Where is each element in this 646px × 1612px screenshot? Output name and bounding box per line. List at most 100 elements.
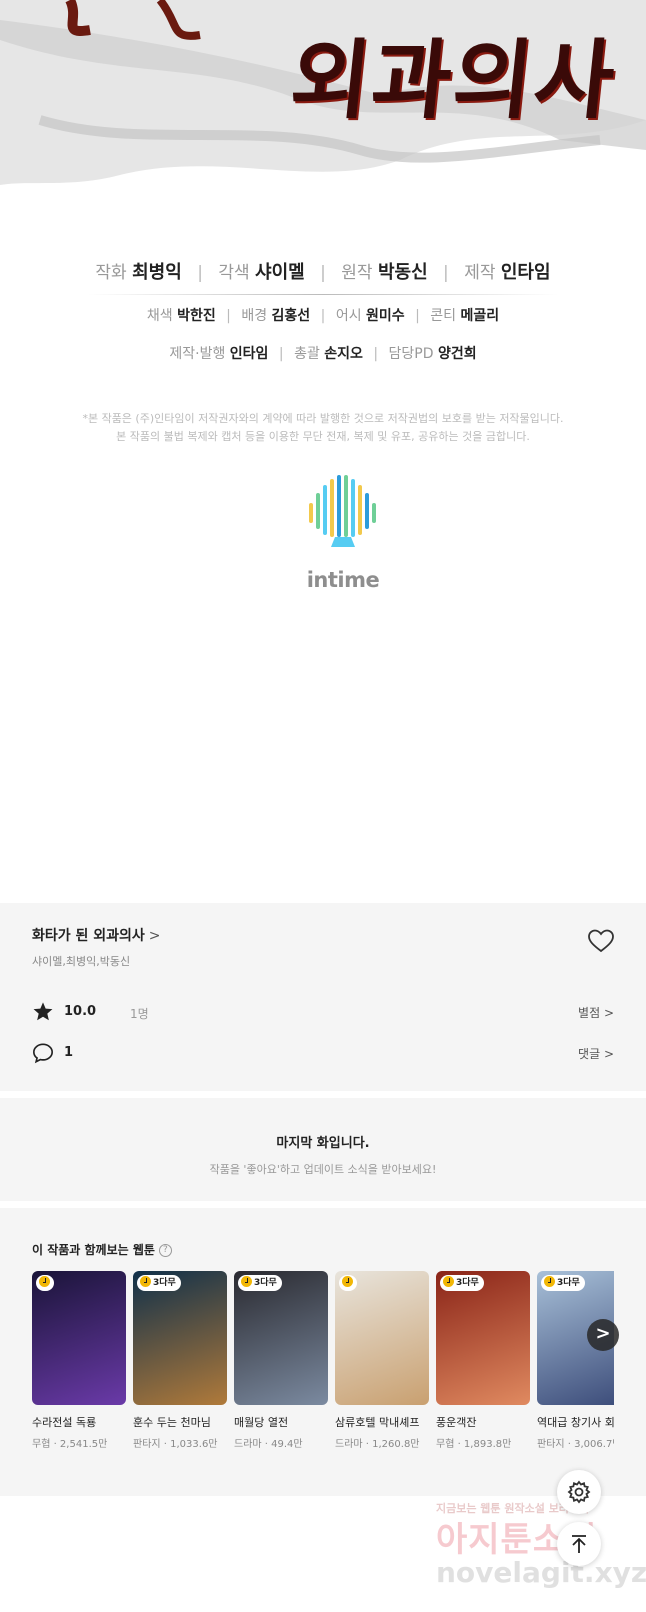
wait-free-badge <box>36 1275 54 1291</box>
credits-main-line: 작화 최병익 | 각색 샤이멜 | 원작 박동신 | 제작 인타임 <box>0 258 646 284</box>
credit-separator: | <box>443 263 449 283</box>
hero-title-text: 외과의사 <box>285 30 621 131</box>
series-title-link[interactable]: 화타가 된 외과의사 > <box>32 925 161 945</box>
credit-separator: | <box>415 308 420 324</box>
credit-separator: | <box>373 346 379 362</box>
comment-link[interactable]: 댓글 > <box>578 1045 614 1062</box>
credit-name: 인타임 <box>229 346 269 362</box>
recommend-card[interactable]: 3다무 역대급 창기사 회귀 판타지 · 3,006.7만 <box>537 1271 614 1450</box>
recommend-card[interactable]: 3다무 매월당 열전 드라마 · 49.4만 <box>234 1271 328 1450</box>
credit-name: 손지오 <box>324 346 363 362</box>
page: 외과의사 작화 최병익 | 각색 샤이멜 | 원작 박동신 | 제작 인타임 채… <box>0 0 646 1612</box>
intime-logo-text: intime <box>306 568 380 592</box>
clock-icon <box>241 1276 252 1287</box>
site-watermark: 지금보는 웹툰 원작소설 보러가기 아지툰소설 novelagit.xyz <box>430 1500 646 1610</box>
credit-role: 배경 <box>241 308 268 324</box>
rating-count: 1명 <box>130 1007 149 1021</box>
recommend-meta: 무협 · 1,893.8만 <box>436 1439 512 1450</box>
series-info-panel: 화타가 된 외과의사 > 샤이멜,최병익,박동신 10.0 1명 별점 > 1 댓… <box>0 903 646 1091</box>
credit-separator: | <box>226 308 231 324</box>
wait-free-badge <box>339 1275 357 1291</box>
recommend-card[interactable]: 3다무 훈수 두는 천마님 판타지 · 1,033.6만 <box>133 1271 227 1450</box>
recommend-meta: 드라마 · 1,260.8만 <box>335 1439 420 1450</box>
credit-role: 제작·발행 <box>169 346 226 362</box>
wait-free-badge: 3다무 <box>137 1275 181 1291</box>
credit-name: 샤이멜 <box>255 262 305 283</box>
credit-role: 채색 <box>146 308 173 324</box>
comment-row: 1 댓글 > <box>32 1042 614 1066</box>
recommend-meta: 판타지 · 3,006.7만 <box>537 1439 614 1450</box>
copyright-notice-line: 본 작품의 불법 복제와 캡처 등을 이용한 무단 전재, 복제 및 유포, 공… <box>116 430 530 443</box>
recommend-meta: 판타지 · 1,033.6만 <box>133 1439 218 1450</box>
credit-role: 어시 <box>335 308 362 324</box>
recommend-card[interactable]: 수라전설 독룡 무협 · 2,541.5만 <box>32 1271 126 1450</box>
credits: 작화 최병익 | 각색 샤이멜 | 원작 박동신 | 제작 인타임 채색 박한진… <box>0 258 646 363</box>
last-episode-subtitle: 작품을 '좋아요'하고 업데이트 소식을 받아보세요! <box>209 1163 437 1176</box>
recommend-thumbnail <box>335 1271 429 1405</box>
credit-name: 최병익 <box>132 262 182 283</box>
credits-divider <box>88 294 558 295</box>
copyright-notice: *본 작품은 (주)인타임이 저작권자와의 계약에 따라 발행한 것으로 저작권… <box>0 410 646 446</box>
last-episode-title: 마지막 화입니다. <box>276 1136 370 1151</box>
clock-icon <box>39 1276 50 1287</box>
wait-free-badge: 3다무 <box>440 1275 484 1291</box>
credits-publisher-line: 제작·발행 인타임 | 총괄 손지오 | 담당PD 양건희 <box>0 343 646 363</box>
comment-count: 1 <box>64 1045 74 1060</box>
recommend-card[interactable]: 3다무 풍운객잔 무협 · 1,893.8만 <box>436 1271 530 1450</box>
credit-separator: | <box>320 263 326 283</box>
recommend-title: 훈수 두는 천마님 <box>133 1416 211 1429</box>
star-icon <box>33 1002 53 1021</box>
credit-role: 콘티 <box>430 308 457 324</box>
comment-icon <box>33 1043 53 1064</box>
last-episode-banner: 마지막 화입니다. 작품을 '좋아요'하고 업데이트 소식을 받아보세요! <box>0 1098 646 1201</box>
arrow-up-icon <box>572 1535 586 1553</box>
recommend-meta: 드라마 · 49.4만 <box>234 1439 303 1450</box>
recommend-heading-text: 이 작품과 함께보는 웹툰 <box>32 1243 155 1257</box>
recommend-title: 역대급 창기사 회귀 <box>537 1416 614 1429</box>
clock-icon <box>342 1276 353 1287</box>
recommend-heading: 이 작품과 함께보는 웹툰? <box>32 1241 172 1258</box>
copyright-notice-line: *본 작품은 (주)인타임이 저작권자와의 계약에 따라 발행한 것으로 저작권… <box>82 412 564 425</box>
recommend-carousel: 수라전설 독룡 무협 · 2,541.5만 3다무 훈수 두는 천마님 판타지 … <box>32 1271 614 1491</box>
credits-staff-line: 채색 박한진 | 배경 김홍선 | 어시 원미수 | 콘티 메골리 <box>0 305 646 325</box>
credit-name: 메골리 <box>460 308 500 324</box>
credit-name: 양건희 <box>437 346 477 362</box>
credit-role: 총괄 <box>294 346 320 362</box>
credit-name: 박동신 <box>377 262 428 283</box>
carousel-next-button[interactable]: > <box>587 1319 619 1351</box>
recommend-title: 삼류호텔 막내셰프 <box>335 1416 420 1429</box>
rating-link[interactable]: 별점 > <box>578 1004 614 1021</box>
credit-name: 김홍선 <box>271 308 311 324</box>
credit-name: 원미수 <box>366 308 405 324</box>
settings-button[interactable] <box>557 1470 601 1514</box>
gear-icon <box>567 1480 591 1504</box>
credit-role: 각색 <box>218 263 250 283</box>
clock-icon <box>544 1276 555 1287</box>
recommend-thumbnail: 3다무 <box>133 1271 227 1405</box>
recommend-meta: 무협 · 2,541.5만 <box>32 1439 108 1450</box>
rating-row: 10.0 1명 별점 > <box>32 1001 614 1025</box>
recommend-title: 수라전설 독룡 <box>32 1416 97 1429</box>
recommend-thumbnail: 3다무 <box>234 1271 328 1405</box>
recommend-section: 이 작품과 함께보는 웹툰? 수라전설 독룡 무협 · 2,541.5만 3다무… <box>0 1208 646 1496</box>
watermark-domain: novelagit.xyz <box>436 1556 646 1589</box>
heart-icon[interactable] <box>588 929 614 953</box>
credit-role: 작화 <box>95 263 127 283</box>
credit-name: 인타임 <box>500 262 551 283</box>
credit-role: 담당PD <box>388 346 434 362</box>
credit-separator: | <box>320 308 326 324</box>
wait-free-badge: 3다무 <box>238 1275 282 1291</box>
recommend-thumbnail: 3다무 <box>436 1271 530 1405</box>
series-authors: 샤이멜,최병익,박동신 <box>32 955 131 968</box>
credit-role: 원작 <box>341 263 373 283</box>
credit-separator: | <box>197 263 203 283</box>
scroll-top-button[interactable] <box>557 1522 601 1566</box>
clock-icon <box>443 1276 454 1287</box>
credit-role: 제작 <box>464 263 496 283</box>
credit-separator: | <box>278 346 284 362</box>
recommend-card[interactable]: 삼류호텔 막내셰프 드라마 · 1,260.8만 <box>335 1271 429 1450</box>
wait-free-badge: 3다무 <box>541 1275 585 1291</box>
recommend-title: 풍운객잔 <box>436 1416 477 1429</box>
help-icon[interactable]: ? <box>158 1244 172 1257</box>
credit-name: 박한진 <box>177 308 216 324</box>
